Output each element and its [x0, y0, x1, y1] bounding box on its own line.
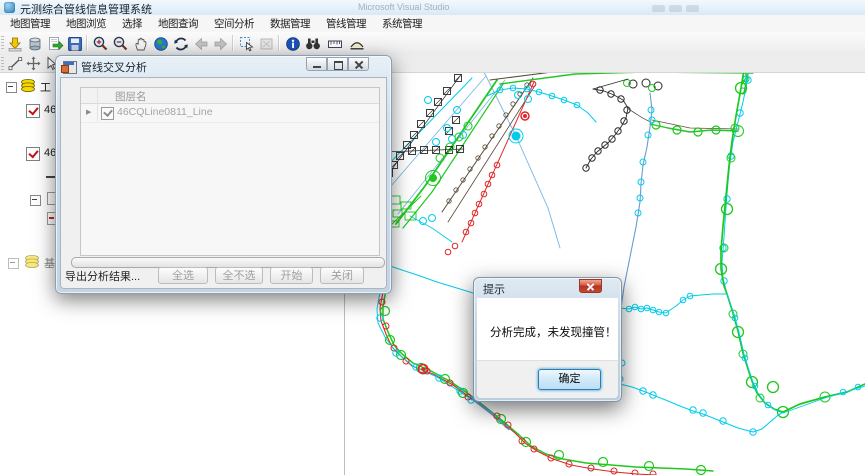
main-toolbar	[0, 32, 865, 56]
menu-map-query[interactable]: 地图查询	[150, 16, 206, 31]
tree-collapse-icon[interactable]	[6, 82, 17, 93]
load-data-icon[interactable]	[6, 35, 24, 53]
zoom-in-icon[interactable]	[92, 35, 110, 53]
pipeline-cross-analysis-dialog: 管线交叉分析 图层名 ▶ 46CQLine0811_Line 导出分析结果...…	[55, 55, 392, 294]
menu-map-management[interactable]: 地图管理	[2, 16, 58, 31]
tree-collapse-icon[interactable]	[8, 258, 19, 269]
title-bar: 元测综合管线信息管理系统 Microsoft Visual Studio	[0, 0, 865, 16]
grid-row[interactable]: ▶ 46CQLine0811_Line	[81, 104, 379, 123]
layer-grid[interactable]: 图层名 ▶ 46CQLine0811_Line	[80, 87, 380, 256]
select-all-button[interactable]: 全选	[158, 267, 208, 284]
dialog-maximize-button[interactable]	[327, 57, 348, 71]
menu-data-management[interactable]: 数据管理	[262, 16, 318, 31]
export-data-icon[interactable]	[46, 35, 64, 53]
messagebox-client-area: 分析完成，未发现撞管！ 确定	[477, 298, 618, 398]
pan-hand-icon[interactable]	[132, 35, 150, 53]
close-button[interactable]: 关闭	[320, 267, 364, 284]
tree-collapse-icon[interactable]	[30, 195, 41, 206]
start-button[interactable]: 开始	[270, 267, 313, 284]
deselect-all-button[interactable]: 全不选	[215, 267, 263, 284]
layer-group-icon	[24, 254, 40, 269]
app-window: 元测综合管线信息管理系统 Microsoft Visual Studio 地图管…	[0, 0, 865, 475]
messagebox-close-button[interactable]	[579, 279, 602, 293]
map-canvas[interactable]	[345, 55, 865, 475]
move-tool-icon[interactable]	[26, 56, 41, 76]
menu-pipeline-management[interactable]: 管线管理	[318, 16, 374, 31]
tree-item-base-map[interactable]: 基	[44, 255, 55, 271]
messagebox-footer: 确定	[477, 360, 618, 398]
dialog-minimize-button[interactable]	[306, 57, 327, 71]
ghost-maximize-icon	[669, 5, 682, 12]
ghost-close-icon	[686, 5, 699, 12]
overlay-layers-icon[interactable]	[348, 35, 366, 53]
full-extent-globe-icon[interactable]	[152, 35, 170, 53]
background-window-ghost-title: Microsoft Visual Studio	[358, 2, 449, 12]
row-checkbox[interactable]	[101, 107, 114, 120]
layer-checkbox[interactable]	[26, 147, 40, 161]
menu-spatial-analysis[interactable]: 空间分析	[206, 16, 262, 31]
menu-select[interactable]: 选择	[114, 16, 150, 31]
toolbar-separator	[232, 35, 234, 51]
app-icon	[4, 2, 15, 13]
back-arrow-icon[interactable]	[192, 35, 210, 53]
toolbar-separator	[86, 35, 88, 51]
toolbar-grip	[1, 36, 4, 51]
ghost-minimize-icon	[652, 5, 665, 12]
forward-arrow-icon[interactable]	[212, 35, 230, 53]
row-expand-icon[interactable]: ▶	[86, 108, 91, 116]
row-layer-name: 46CQLine0811_Line	[117, 106, 213, 118]
dialog-title: 管线交叉分析	[81, 59, 147, 75]
draw-line-tool-icon[interactable]	[8, 56, 23, 76]
menu-bar: 地图管理 地图浏览 选择 地图查询 空间分析 数据管理 管线管理 系统管理	[0, 15, 865, 32]
dialog-close-button[interactable]	[348, 57, 369, 71]
toolbar-separator	[278, 35, 280, 51]
ok-button[interactable]: 确定	[538, 369, 601, 390]
grid-header-row: 图层名	[81, 88, 379, 104]
layer-checkbox[interactable]	[26, 104, 40, 118]
prompt-messagebox: 提示 分析完成，未发现撞管！ 确定	[473, 277, 622, 402]
export-status-label: 导出分析结果...	[65, 268, 140, 284]
tree-item-project-layers[interactable]: 工	[40, 79, 51, 95]
grid-header-layer-name: 图层名	[115, 89, 147, 104]
menu-system-management[interactable]: 系统管理	[374, 16, 430, 31]
identify-info-icon[interactable]	[284, 35, 302, 53]
dialog-form-icon	[63, 61, 77, 74]
messagebox-message: 分析完成，未发现撞管！	[490, 324, 617, 340]
toolstrip-grip	[1, 57, 4, 70]
find-binoculars-icon[interactable]	[304, 35, 322, 53]
select-features-icon[interactable]	[238, 35, 256, 53]
refresh-icon[interactable]	[172, 35, 190, 53]
dialog-client-area: 图层名 ▶ 46CQLine0811_Line 导出分析结果... 全选 全不选…	[60, 77, 387, 289]
map-top-strip	[345, 55, 865, 73]
save-icon[interactable]	[66, 35, 84, 53]
clear-selection-icon[interactable]	[258, 35, 276, 53]
messagebox-title: 提示	[483, 281, 505, 297]
zoom-out-icon[interactable]	[112, 35, 130, 53]
layer-group-icon	[20, 78, 36, 93]
measure-icon[interactable]	[326, 35, 344, 53]
database-icon[interactable]	[26, 35, 44, 53]
menu-map-browse[interactable]: 地图浏览	[58, 16, 114, 31]
